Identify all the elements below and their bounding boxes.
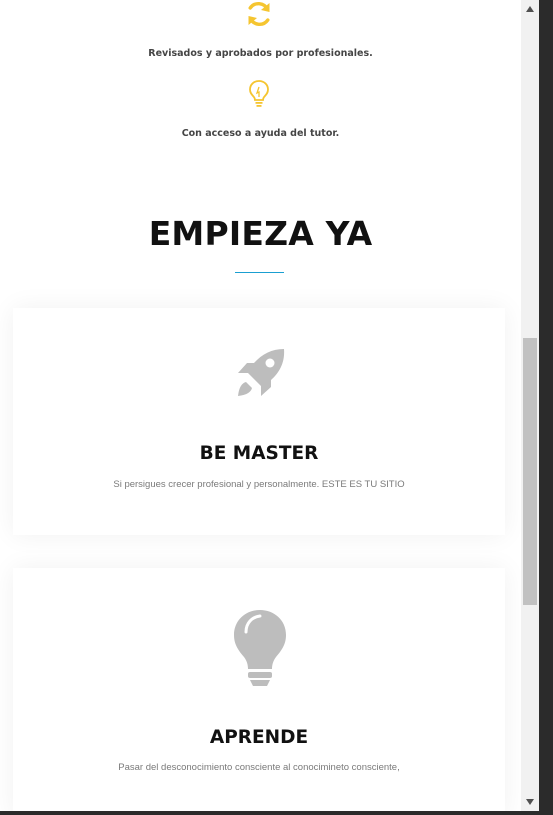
lightbulb-icon — [234, 610, 286, 686]
scroll-up-arrow-icon[interactable] — [521, 0, 539, 18]
card-title: APRENDE — [209, 727, 309, 748]
window-edge-bottom — [0, 811, 553, 815]
card-aprende[interactable]: APRENDE Pasar del desconocimiento consci… — [13, 568, 505, 811]
title-underline — [235, 272, 284, 273]
sync-icon — [248, 2, 270, 26]
window-edge — [539, 0, 553, 815]
feature-tutor-text: Con acceso a ayuda del tutor. — [181, 128, 340, 139]
section-title: EMPIEZA YA — [148, 214, 373, 253]
card-title: BE MASTER — [199, 443, 319, 464]
scroll-thumb[interactable] — [523, 338, 537, 605]
card-text: Pasar del desconocimiento consciente al … — [118, 762, 400, 773]
card-text: Si persigues crecer profesional y person… — [113, 479, 405, 490]
scroll-down-arrow-icon[interactable] — [521, 793, 539, 811]
lightbulb-icon — [249, 80, 269, 107]
card-be-master[interactable]: BE MASTER Si persigues crecer profesiona… — [13, 308, 505, 535]
vertical-scrollbar[interactable] — [521, 0, 539, 811]
feature-reviewed-text: Revisados y aprobados por profesionales. — [148, 48, 373, 59]
rocket-icon — [238, 349, 285, 396]
page-viewport: Revisados y aprobados por profesionales.… — [0, 0, 521, 811]
